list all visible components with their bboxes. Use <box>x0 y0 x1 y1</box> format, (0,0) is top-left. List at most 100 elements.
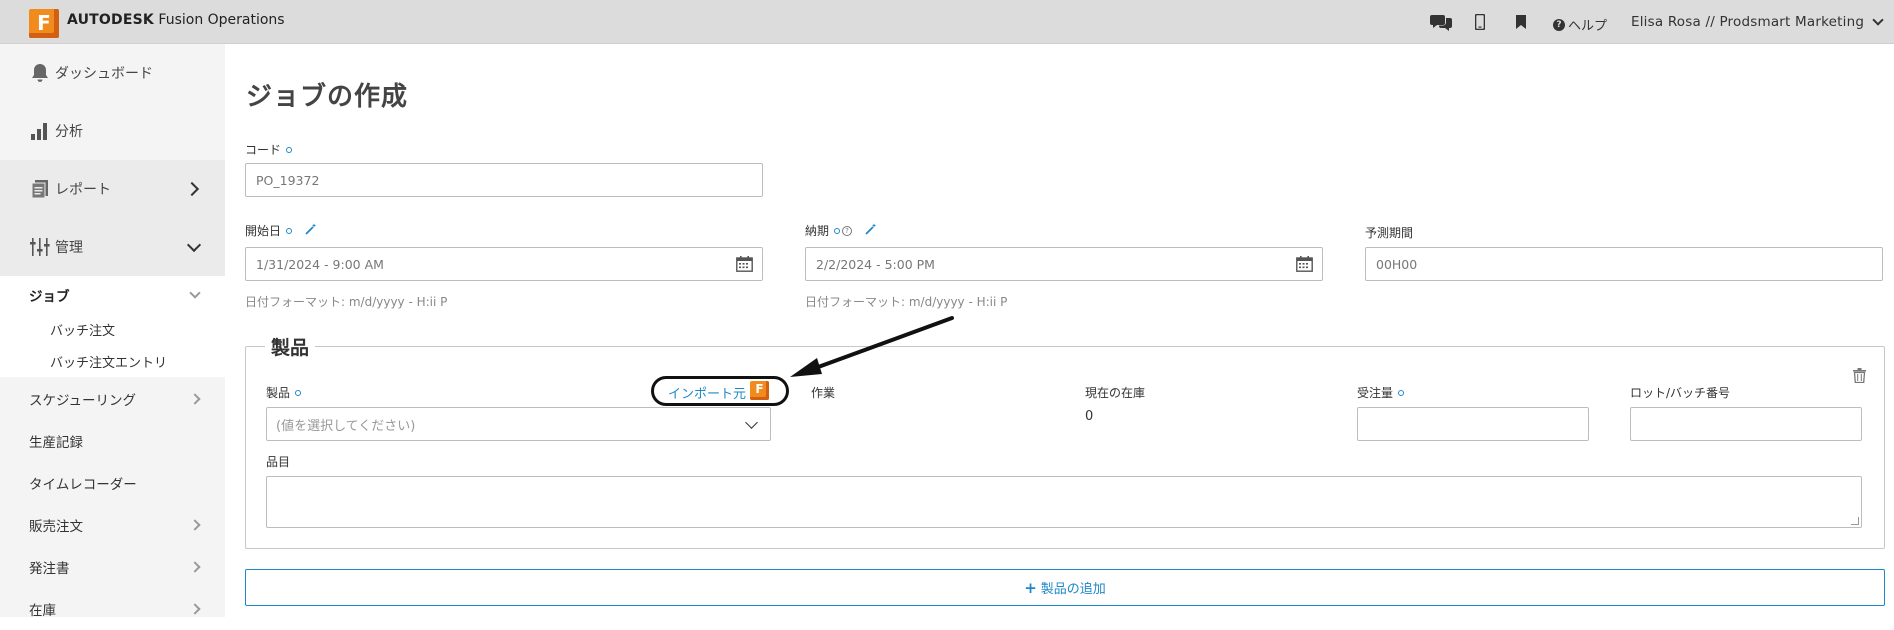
sidebar-item-reports[interactable]: レポート <box>0 160 225 218</box>
sidebar-item-scheduling[interactable]: スケジューリング <box>0 378 225 420</box>
sidebar-item-management[interactable]: 管理 <box>0 218 225 276</box>
sidebar-item-batch-orders[interactable]: バッチ注文 <box>0 313 225 346</box>
forecast-field[interactable]: 00H00 <box>1365 247 1883 281</box>
help-icon: ? <box>1553 18 1565 31</box>
brand-autodesk: AUTODESK <box>67 12 154 28</box>
plus-icon: + <box>1024 578 1037 597</box>
lot-batch-field[interactable] <box>1630 407 1862 441</box>
required-icon <box>286 227 293 234</box>
current-stock-label: 現在の在庫 <box>1085 386 1146 400</box>
sidebar-item-jobs[interactable]: ジョブ <box>0 276 225 313</box>
bell-icon <box>29 62 51 84</box>
add-product-label: 製品の追加 <box>1040 582 1106 597</box>
sidebar-item-label: ジョブ <box>29 288 70 305</box>
sidebar-item-dashboard[interactable]: ダッシュボード <box>0 44 225 102</box>
sidebar-item-label: 在庫 <box>29 603 56 619</box>
help-link[interactable]: ? ヘルプ <box>1553 15 1607 34</box>
trash-icon[interactable] <box>1853 368 1866 383</box>
question-icon[interactable]: ? <box>842 225 853 236</box>
due-date-field[interactable]: 2/2/2024 - 5:00 PM <box>805 247 1323 281</box>
product-label-text: 製品 <box>266 386 291 400</box>
item-textarea[interactable] <box>266 476 1862 528</box>
lot-batch-label: ロット/バッチ番号 <box>1630 386 1731 400</box>
required-icon <box>1398 389 1405 396</box>
sidebar-item-inventory[interactable]: 在庫 <box>0 588 225 630</box>
magic-wand-icon[interactable] <box>865 223 877 238</box>
product-select[interactable]: (値を選択してください) <box>266 407 771 441</box>
magic-wand-icon[interactable] <box>305 223 317 238</box>
chevron-right-icon <box>189 519 201 531</box>
current-stock-value: 0 <box>1085 409 1094 424</box>
user-label: Elisa Rosa // Prodsmart Marketing <box>1631 14 1865 30</box>
main-content: ジョブの作成 コード PO_19372 開始日 1/31/2024 - 9:00… <box>225 44 1894 617</box>
code-field[interactable]: PO_19372 <box>245 163 763 197</box>
order-qty-field[interactable] <box>1357 407 1589 441</box>
sidebar-item-time-recorder[interactable]: タイムレコーダー <box>0 462 225 504</box>
chevron-down-icon <box>745 416 758 429</box>
import-from-link[interactable]: インポート元 <box>668 383 746 402</box>
calendar-icon[interactable] <box>1296 256 1313 272</box>
sidebar-item-label: 販売注文 <box>29 519 83 535</box>
chevron-right-icon <box>189 393 201 405</box>
fusion-app-icon[interactable]: F <box>750 381 769 400</box>
due-date-format-hint: 日付フォーマット: m/d/yyyy - H:ii P <box>805 295 1008 309</box>
sidebar-item-label: ダッシュボード <box>55 66 153 82</box>
start-date-label-text: 開始日 <box>245 224 282 238</box>
brand-name: AUTODESK Fusion Operations <box>67 12 285 28</box>
sidebar-item-label: 分析 <box>55 124 83 140</box>
sidebar-item-analysis[interactable]: 分析 <box>0 102 225 160</box>
page-title: ジョブの作成 <box>246 82 409 112</box>
add-product-button[interactable]: + 製品の追加 <box>245 569 1885 606</box>
due-date-label: 納期 ? <box>805 222 877 239</box>
sidebar-item-sales-orders[interactable]: 販売注文 <box>0 504 225 546</box>
help-label: ヘルプ <box>1568 19 1608 34</box>
chevron-right-icon <box>189 603 201 615</box>
sliders-icon <box>29 236 51 258</box>
product-label: 製品 <box>266 384 302 401</box>
resize-handle-icon[interactable] <box>1851 517 1859 525</box>
product-select-placeholder: (値を選択してください) <box>276 418 416 434</box>
chevron-down-icon <box>189 286 201 299</box>
sidebar-item-label: バッチ注文エントリ <box>50 356 168 371</box>
item-label: 品目 <box>266 455 291 469</box>
required-icon <box>834 227 841 234</box>
required-icon <box>286 146 293 153</box>
start-date-label: 開始日 <box>245 222 317 239</box>
sidebar-item-label: スケジューリング <box>29 393 137 409</box>
required-icon <box>295 389 302 396</box>
sidebar-item-label: バッチ注文 <box>50 324 116 339</box>
top-bar: F AUTODESK Fusion Operations ? ヘルプ Elisa… <box>0 0 1894 44</box>
bar-chart-icon <box>29 120 51 142</box>
start-date-format-hint: 日付フォーマット: m/d/yyyy - H:ii P <box>245 295 448 309</box>
chevron-right-icon <box>184 181 200 197</box>
mobile-icon[interactable] <box>1475 13 1485 31</box>
report-icon <box>29 178 51 200</box>
order-qty-label: 受注量 <box>1357 384 1405 401</box>
operation-label: 作業 <box>811 386 836 400</box>
product-section-title: 製品 <box>265 333 316 360</box>
start-date-field[interactable]: 1/31/2024 - 9:00 AM <box>245 247 763 281</box>
due-date-label-text: 納期 <box>805 224 830 238</box>
sidebar-item-label: レポート <box>55 182 111 198</box>
fusion-logo-icon[interactable]: F <box>29 9 59 38</box>
order-qty-label-text: 受注量 <box>1357 386 1394 400</box>
calendar-icon[interactable] <box>736 256 753 272</box>
sidebar-item-label: 生産記録 <box>29 435 83 451</box>
forecast-label-text: 予測期間 <box>1365 226 1414 240</box>
forecast-label: 予測期間 <box>1365 224 1413 241</box>
code-label-text: コード <box>245 143 282 157</box>
chevron-down-icon <box>186 237 202 252</box>
sidebar-item-label: 発注書 <box>29 561 70 577</box>
brand-product: Fusion Operations <box>153 12 285 28</box>
user-menu[interactable]: Elisa Rosa // Prodsmart Marketing <box>1631 13 1884 30</box>
bookmark-icon[interactable] <box>1516 13 1526 31</box>
sidebar-item-purchase-orders[interactable]: 発注書 <box>0 546 225 588</box>
chat-icon[interactable] <box>1430 13 1452 31</box>
sidebar-item-production-records[interactable]: 生産記録 <box>0 420 225 462</box>
sidebar: ダッシュボード 分析 レポート 管理 ジョブ バッチ注文 バッチ注文エントリ ス… <box>0 44 225 619</box>
sidebar-item-label: タイムレコーダー <box>29 477 137 493</box>
due-date-value: 2/2/2024 - 5:00 PM <box>816 256 935 272</box>
sidebar-item-batch-order-entries[interactable]: バッチ注文エントリ <box>0 346 225 377</box>
start-date-value: 1/31/2024 - 9:00 AM <box>256 256 384 272</box>
code-label: コード <box>245 141 293 158</box>
